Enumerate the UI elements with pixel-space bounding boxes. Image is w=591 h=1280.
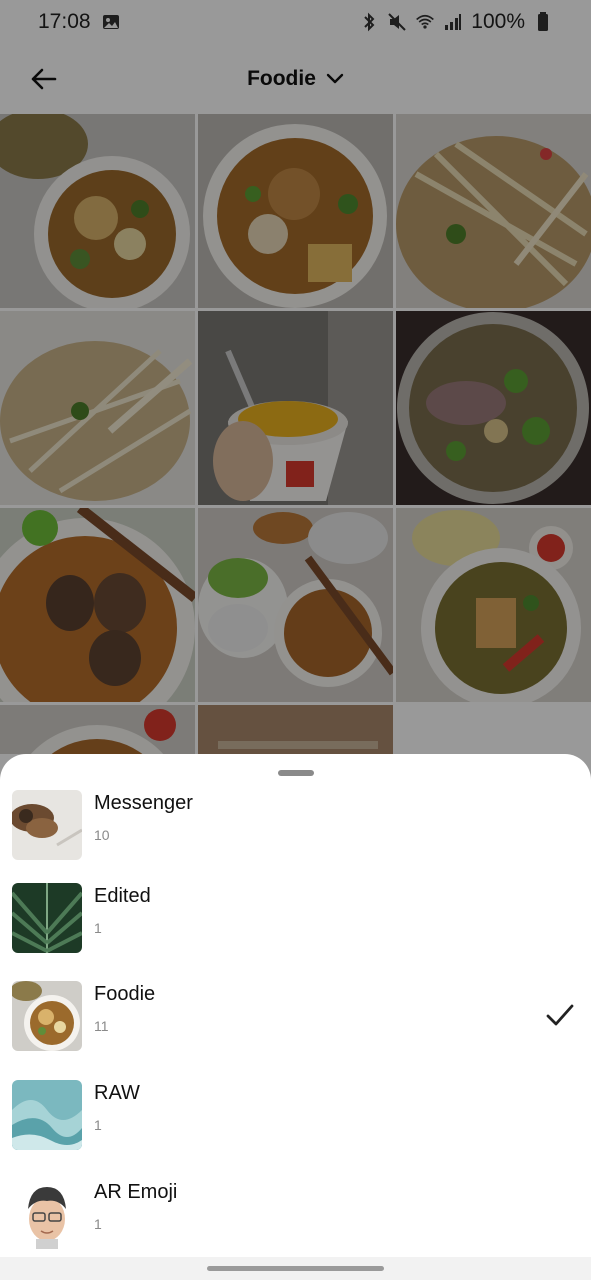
album-count: 1 xyxy=(94,1117,102,1133)
sheet-drag-handle[interactable] xyxy=(278,770,314,776)
album-name: RAW xyxy=(94,1082,140,1104)
navigation-bar xyxy=(0,1257,591,1280)
album-name: AR Emoji xyxy=(94,1181,178,1203)
album-item-ar-emoji[interactable]: AR Emoji 1 xyxy=(0,1179,591,1269)
album-count: 10 xyxy=(94,827,110,843)
album-name: Foodie xyxy=(94,983,156,1005)
album-count: 11 xyxy=(94,1018,109,1034)
album-count: 1 xyxy=(94,920,102,936)
album-name: Messenger xyxy=(94,792,193,814)
album-count: 1 xyxy=(94,1216,102,1232)
album-thumbnail xyxy=(12,883,82,953)
album-picker-sheet: Messenger 10 Edited 1 Foodie 11 RAW 1 AR… xyxy=(0,754,591,1280)
album-thumbnail xyxy=(12,790,82,860)
home-gesture-handle[interactable] xyxy=(207,1266,384,1271)
album-item-edited[interactable]: Edited 1 xyxy=(0,883,591,973)
album-thumbnail xyxy=(12,1179,82,1249)
album-item-messenger[interactable]: Messenger 10 xyxy=(0,790,591,880)
album-item-raw[interactable]: RAW 1 xyxy=(0,1080,591,1170)
album-thumbnail xyxy=(12,1080,82,1150)
album-thumbnail xyxy=(12,981,82,1051)
album-name: Edited xyxy=(94,885,151,907)
album-item-foodie[interactable]: Foodie 11 xyxy=(0,981,591,1071)
check-icon xyxy=(546,1004,574,1026)
